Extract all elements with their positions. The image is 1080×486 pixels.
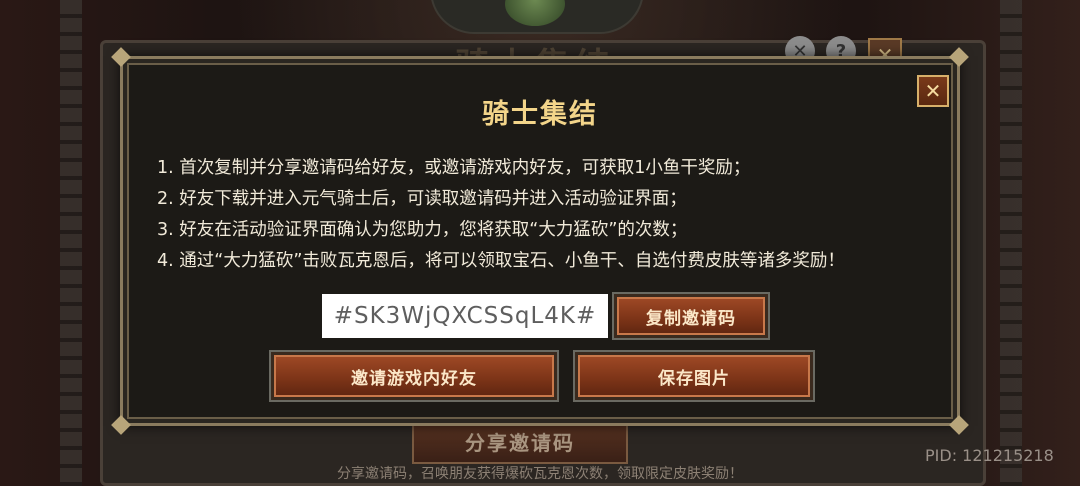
- right-chain-decoration: [1000, 0, 1022, 486]
- invite-dialog: 骑士集结 ✕ 1. 首次复制并分享邀请码给好友，或邀请游戏内好友，可获取1小鱼干…: [111, 47, 969, 435]
- save-image-button[interactable]: 保存图片: [575, 352, 813, 400]
- footer-hint-text: 分享邀请码，召唤朋友获得爆砍瓦克恩次数，领取限定皮肤奖励！: [337, 466, 743, 482]
- player-id: PID: 121215218: [925, 446, 1054, 465]
- rule-item: 3. 好友在活动验证界面确认为您助力，您将获取“大力猛砍”的次数；: [157, 220, 688, 240]
- invite-game-friends-button[interactable]: 邀请游戏内好友: [271, 352, 557, 400]
- left-chain-decoration: [60, 0, 82, 486]
- rule-item: 1. 首次复制并分享邀请码给好友，或邀请游戏内好友，可获取1小鱼干奖励；: [157, 158, 751, 178]
- rule-item: 4. 通过“大力猛砍”击败瓦克恩后，将可以领取宝石、小鱼干、自选付费皮肤等诸多奖…: [157, 251, 845, 271]
- invite-code-field[interactable]: #SK3WjQXCSSqL4K#: [322, 294, 608, 338]
- copy-invite-code-button[interactable]: 复制邀请码: [614, 294, 768, 338]
- rule-item: 2. 好友下载并进入元气骑士后，可读取邀请码并进入活动验证界面；: [157, 189, 687, 209]
- rules-list: 1. 首次复制并分享邀请码给好友，或邀请游戏内好友，可获取1小鱼干奖励； 2. …: [157, 153, 937, 277]
- dialog-title: 骑士集结: [482, 99, 598, 130]
- close-icon[interactable]: ✕: [917, 75, 949, 107]
